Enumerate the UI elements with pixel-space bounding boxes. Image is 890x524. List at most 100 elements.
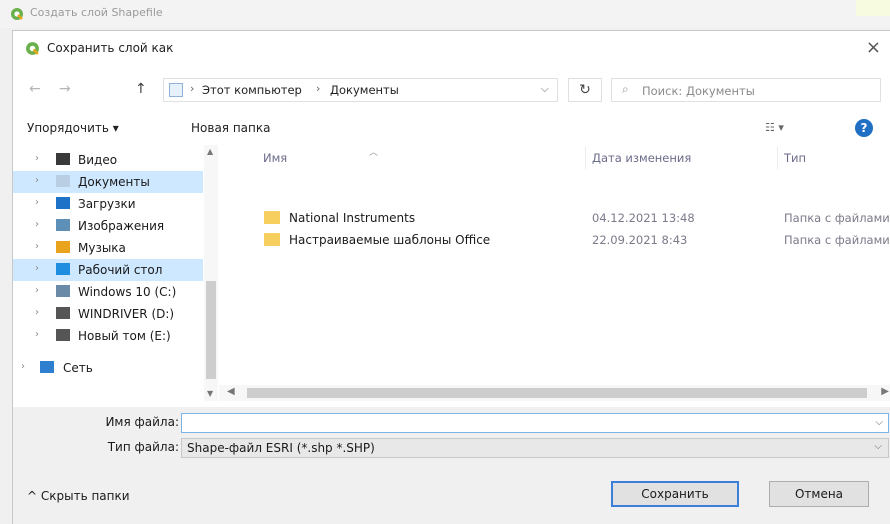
folder-icon: [264, 233, 280, 246]
folder-location-icon: [169, 83, 183, 97]
chevron-right-icon[interactable]: ›: [35, 263, 39, 274]
table-row[interactable]: National Instruments 04.12.2021 13:48 Папк…: [219, 207, 890, 229]
breadcrumb-documents[interactable]: Документы: [330, 83, 399, 97]
chevron-right-icon[interactable]: ›: [35, 329, 39, 340]
sidebar-item-label: Документы: [78, 175, 150, 189]
chevron-right-icon[interactable]: ›: [35, 175, 39, 186]
folder-icon: [264, 211, 280, 224]
file-date: 04.12.2021 13:48: [592, 211, 695, 225]
drive-icon: [56, 329, 70, 341]
sidebar-item-label: Windows 10 (C:): [78, 285, 177, 299]
file-form: Имя файла: ⌵ Тип файла: Shape-файл ESRI …: [13, 407, 890, 467]
chevron-down-icon[interactable]: ⌵: [875, 417, 883, 428]
filetype-label: Тип файла:: [107, 440, 179, 454]
sidebar-item[interactable]: › Загрузки: [13, 193, 203, 215]
sidebar-item[interactable]: › Сеть: [13, 357, 203, 379]
file-list-scroll-thumb[interactable]: [247, 388, 867, 398]
dialog-footer: ^ Скрыть папки Сохранить Отмена: [13, 467, 890, 524]
table-row[interactable]: Настраиваемые шаблоны Office 22.09.2021 8…: [219, 229, 890, 251]
command-toolbar: Упорядочить ▾ Новая папка ☷ ▾ ?: [13, 115, 890, 143]
save-layer-dialog: Сохранить слой как × ← → ↑ › Этот компью…: [12, 30, 890, 524]
save-button[interactable]: Сохранить: [611, 481, 739, 507]
qgis-logo-icon: [26, 42, 39, 55]
column-divider[interactable]: [777, 147, 778, 169]
cancel-button[interactable]: Отмена: [769, 481, 869, 507]
sidebar-item-label: Загрузки: [78, 197, 136, 211]
hide-folders-button[interactable]: ^ Скрыть папки: [27, 489, 130, 503]
view-options-icon[interactable]: ☷ ▾: [765, 121, 784, 134]
parent-window-titlebar: Создать слой Shapefile: [0, 0, 890, 28]
sidebar-item[interactable]: › Музыка: [13, 237, 203, 259]
chevron-right-icon[interactable]: ›: [35, 307, 39, 318]
close-icon[interactable]: ×: [866, 37, 881, 58]
new-folder-button[interactable]: Новая папка: [191, 121, 270, 135]
sidebar-item[interactable]: › Новый том (E:): [13, 325, 203, 347]
drive-icon: [56, 307, 70, 319]
scroll-left-arrow-icon[interactable]: ◀: [227, 386, 235, 397]
dialog-title: Сохранить слой как: [47, 41, 174, 55]
navigation-bar: ← → ↑ › Этот компьютер › Документы ⌵ ↻ ⌕…: [13, 71, 890, 107]
dialog-titlebar: Сохранить слой как ×: [13, 31, 890, 65]
address-bar[interactable]: › Этот компьютер › Документы ⌵: [163, 78, 558, 102]
filename-input[interactable]: [181, 413, 889, 433]
help-icon[interactable]: ?: [855, 119, 873, 137]
file-name: National Instruments: [289, 211, 416, 225]
navigation-pane: ▲ ▼ › Видео › Документы › Загрузки › Изображени…: [13, 145, 218, 401]
column-header-date[interactable]: Дата изменения: [592, 151, 691, 165]
organize-button[interactable]: Упорядочить ▾: [27, 121, 119, 135]
breadcrumb-separator: ›: [316, 82, 321, 95]
back-arrow-icon[interactable]: ←: [29, 81, 41, 97]
file-list-scrollbar[interactable]: ◀ ▶: [219, 385, 890, 401]
chevron-right-icon[interactable]: ›: [21, 361, 25, 372]
column-divider[interactable]: [585, 147, 586, 169]
scroll-up-arrow-icon[interactable]: ▲: [207, 147, 213, 156]
parent-window-title: Создать слой Shapefile: [30, 6, 163, 19]
search-box[interactable]: ⌕ Поиск: Документы: [611, 78, 881, 102]
chevron-right-icon[interactable]: ›: [35, 241, 39, 252]
search-icon: ⌕: [622, 82, 629, 96]
scroll-right-arrow-icon[interactable]: ▶: [881, 386, 889, 397]
scroll-down-arrow-icon[interactable]: ▼: [207, 389, 213, 398]
filetype-value: Shape-файл ESRI (*.shp *.SHP): [187, 441, 375, 455]
chevron-down-icon[interactable]: ⌵: [874, 441, 882, 452]
desktop-icon: [56, 263, 70, 275]
chevron-right-icon[interactable]: ›: [35, 197, 39, 208]
filename-label: Имя файла:: [105, 415, 179, 429]
sidebar-scroll-thumb[interactable]: [206, 281, 216, 379]
file-name: Настраиваемые шаблоны Office: [289, 233, 491, 247]
sidebar-item[interactable]: › Рабочий стол: [13, 259, 203, 281]
chevron-right-icon[interactable]: ›: [35, 219, 39, 230]
column-header-name[interactable]: Имя: [263, 151, 287, 165]
chevron-down-icon[interactable]: ⌵: [541, 82, 549, 96]
drive-c-icon: [56, 285, 70, 297]
video-icon: [56, 153, 70, 165]
images-icon: [56, 219, 70, 231]
file-list: Имя ︿ Дата изменения Тип National Instru…: [219, 145, 890, 401]
file-date: 22.09.2021 8:43: [592, 233, 688, 247]
sidebar-item-label: Видео: [78, 153, 118, 167]
music-icon: [56, 241, 70, 253]
breadcrumb-this-pc[interactable]: Этот компьютер: [202, 83, 302, 97]
forward-arrow-icon[interactable]: →: [59, 81, 71, 97]
sidebar-scrollbar[interactable]: ▲ ▼: [204, 145, 218, 401]
search-placeholder: Поиск: Документы: [642, 84, 755, 98]
up-arrow-icon[interactable]: ↑: [135, 81, 147, 97]
column-header-type[interactable]: Тип: [784, 151, 806, 165]
filetype-select[interactable]: Shape-файл ESRI (*.shp *.SHP) ⌵: [181, 438, 889, 458]
chevron-right-icon[interactable]: ›: [35, 153, 39, 164]
chevron-right-icon[interactable]: ›: [35, 285, 39, 296]
sidebar-item[interactable]: › WINDRIVER (D:): [13, 303, 203, 325]
sidebar-item[interactable]: › Изображения: [13, 215, 203, 237]
refresh-icon[interactable]: ↻: [568, 78, 602, 102]
sidebar-item[interactable]: › Документы: [13, 171, 203, 193]
parent-window-edge: [856, 0, 890, 16]
download-icon: [56, 197, 70, 209]
sort-ascending-icon: ︿: [369, 148, 379, 158]
qgis-logo-icon: [11, 8, 23, 20]
sidebar-item-label: Новый том (E:): [78, 329, 171, 343]
sidebar-item-label: Сеть: [63, 361, 93, 375]
network-icon: [40, 361, 54, 373]
sidebar-item[interactable]: › Windows 10 (C:): [13, 281, 203, 303]
sidebar-item-label: Музыка: [78, 241, 126, 255]
sidebar-item[interactable]: › Видео: [13, 149, 203, 171]
